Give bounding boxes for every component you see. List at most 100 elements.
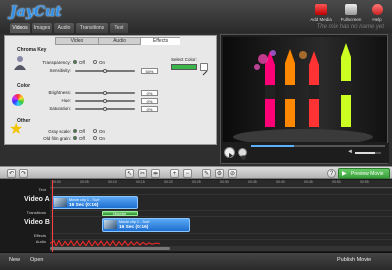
transparency-off-label: Off — [79, 60, 85, 65]
sensitivity-slider-knob[interactable] — [103, 69, 107, 73]
chroma-color-select[interactable] — [171, 64, 197, 70]
tab-videos[interactable]: Videos — [10, 23, 30, 33]
add-media-icon — [315, 4, 327, 15]
clip-thumbnail — [54, 198, 67, 207]
star-icon: ★ — [9, 121, 24, 138]
video-clip-a[interactable]: Movie clip 1 - Surf 16 Sec (0:16) — [52, 196, 138, 209]
play-icon — [229, 153, 233, 158]
progress-bar-fill — [251, 145, 294, 147]
ruler-tick: 00:55 — [360, 180, 369, 184]
hue-slider-knob[interactable] — [103, 99, 107, 103]
grayscale-off-label: Off — [79, 129, 85, 134]
transparency-on-radio[interactable] — [93, 60, 97, 64]
help-button[interactable]: Help — [362, 4, 392, 22]
settings-button[interactable]: ⚙ — [215, 169, 224, 178]
ruler-tick: 00:15 — [136, 180, 145, 184]
playhead[interactable] — [52, 180, 53, 252]
grayscale-off-radio[interactable] — [73, 129, 77, 133]
video-a-track[interactable]: Movie clip 1 - Surf 16 Sec (0:16) — [50, 194, 392, 210]
oldfilm-label: Old film grain: — [43, 136, 71, 141]
add-media-button[interactable]: Add Media — [306, 4, 336, 22]
redo-button[interactable]: ↷ — [19, 169, 28, 178]
delete-icon: ⊘ — [229, 171, 236, 177]
brightness-label: Brightness: — [48, 90, 71, 95]
video-b-track[interactable]: Movie clip 1 - Surf 16 Sec (0:16) — [50, 216, 392, 233]
saturation-value[interactable]: 0% — [141, 106, 158, 112]
ruler-tick: 00:05 — [80, 180, 89, 184]
chroma-key-icon — [14, 56, 26, 70]
grayscale-on-label: On — [99, 129, 106, 134]
subtab-video[interactable]: Video — [56, 38, 98, 45]
split-tool-button[interactable]: ✂ — [138, 169, 147, 178]
tab-transitions[interactable]: Transitions — [76, 23, 108, 33]
help-small-button[interactable]: ? — [327, 169, 336, 178]
timeline-scrollbar-thumb[interactable] — [50, 247, 170, 250]
tab-audio[interactable]: Audio — [54, 23, 74, 33]
track-label-effects: Effects — [33, 233, 46, 238]
video-clip-b[interactable]: Movie clip 1 - Surf 16 Sec (0:16) — [102, 218, 190, 232]
trim-icon: ⇹ — [152, 171, 159, 177]
preview-movie-button[interactable]: ▶ Preview Movie — [338, 168, 390, 179]
saturation-slider-knob[interactable] — [103, 107, 107, 111]
panel-subtabs: Video Audio Effects — [55, 37, 180, 45]
audio-track[interactable] — [50, 239, 392, 247]
edit-toolbar: ↶ ↷ ↖ ✂ ⇹ + − ✎ ⚙ ⊘ ? ▶ Preview Movie — [0, 166, 392, 179]
stop-button[interactable] — [238, 148, 247, 160]
sensitivity-label: Sensitivity: — [49, 68, 71, 73]
delete-button[interactable]: ⊘ — [228, 169, 237, 178]
preview-movie-label: Preview Movie — [351, 171, 384, 177]
select-tool-button[interactable]: ↖ — [125, 169, 134, 178]
ruler-tick: 00:45 — [304, 180, 313, 184]
ruler-tick: 00:50 — [332, 180, 341, 184]
open-button[interactable]: Open — [30, 257, 43, 263]
color-heading: Color — [17, 83, 31, 89]
preview-controls: ◄ — [221, 143, 389, 163]
video-preview: ◄ — [220, 34, 389, 164]
app-logo: JayCut — [10, 4, 62, 20]
volume-slider-fill — [355, 152, 375, 154]
new-button[interactable]: New — [9, 257, 20, 263]
oldfilm-off-radio[interactable] — [73, 136, 77, 140]
redo-icon: ↷ — [20, 171, 27, 177]
fullscreen-label: Fullscreen — [340, 17, 362, 22]
clip-duration: 16 Sec (0:16) — [69, 203, 99, 208]
zoom-out-icon: − — [185, 171, 190, 177]
trim-tool-button[interactable]: ⇹ — [151, 169, 160, 178]
progress-bar[interactable] — [251, 145, 385, 147]
hue-label: Hue: — [61, 98, 71, 103]
subtab-audio[interactable]: Audio — [98, 38, 140, 45]
brightness-value[interactable]: 0% — [141, 90, 158, 96]
volume-slider[interactable] — [355, 152, 381, 154]
oldfilm-on-radio[interactable] — [93, 136, 97, 140]
time-ruler[interactable]: 00:00 00:05 00:10 00:15 00:20 00:25 00:3… — [50, 180, 392, 188]
volume-icon: ◄ — [347, 149, 353, 155]
project-title: The mix has no name yet — [316, 24, 384, 30]
publish-movie-button[interactable]: Publish Movie — [337, 257, 371, 263]
hue-value[interactable]: 0% — [141, 98, 158, 104]
tab-images[interactable]: Images — [32, 23, 52, 33]
fullscreen-icon — [345, 4, 357, 15]
grayscale-on-radio[interactable] — [93, 129, 97, 133]
jaycut-editor: JayCut Add Media Fullscreen Help Videos … — [0, 0, 392, 270]
zoom-out-button[interactable]: − — [183, 169, 192, 178]
sensitivity-value[interactable]: 50% — [141, 68, 158, 74]
transparency-off-radio[interactable] — [73, 60, 77, 64]
timeline-scrollbar[interactable] — [50, 246, 392, 251]
track-label-video-b: Video B — [24, 219, 50, 226]
color-wheel-icon — [12, 94, 24, 106]
tab-text[interactable]: Text — [110, 23, 128, 33]
undo-icon: ↶ — [8, 171, 15, 177]
add-media-label: Add Media — [310, 17, 332, 22]
edit-tool-button[interactable]: ✎ — [202, 169, 211, 178]
subtab-effects[interactable]: Effects — [140, 38, 180, 45]
undo-button[interactable]: ↶ — [7, 169, 16, 178]
eyedropper-button[interactable] — [200, 63, 208, 76]
split-icon: ✂ — [139, 171, 146, 177]
grayscale-label: Gray scale: — [48, 129, 71, 134]
brightness-slider-knob[interactable] — [103, 91, 107, 95]
eyedropper-icon — [202, 70, 208, 76]
zoom-in-button[interactable]: + — [170, 169, 179, 178]
track-label-text: Text — [38, 187, 46, 192]
play-button[interactable] — [224, 147, 235, 158]
saturation-label: Saturation: — [49, 106, 71, 111]
